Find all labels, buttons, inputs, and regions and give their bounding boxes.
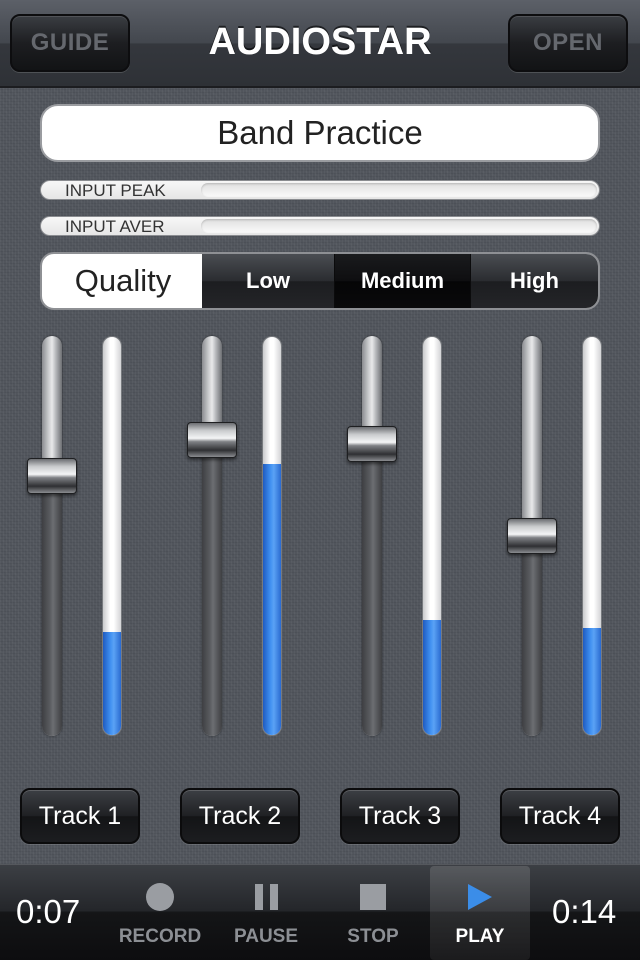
guide-button[interactable]: GUIDE bbox=[10, 14, 130, 72]
track-2-volume-lower bbox=[202, 440, 222, 736]
transport-bar bbox=[0, 864, 640, 960]
textured-background bbox=[0, 88, 640, 864]
track-3-level-meter bbox=[422, 336, 442, 736]
quality-high-segment[interactable]: High bbox=[470, 254, 598, 308]
track-1-level-meter bbox=[102, 336, 122, 736]
track-4-volume-thumb[interactable] bbox=[507, 518, 557, 554]
record-label: RECORD bbox=[118, 926, 202, 947]
track-2-button[interactable]: Track 2 bbox=[180, 788, 300, 844]
track-4-volume-lower bbox=[522, 536, 542, 736]
track-3-button[interactable]: Track 3 bbox=[340, 788, 460, 844]
record-button[interactable]: RECORD bbox=[110, 866, 210, 960]
track-3-volume-slider[interactable] bbox=[362, 336, 382, 736]
track-2-level-fill bbox=[263, 464, 281, 735]
input-average-label: INPUT AVER bbox=[65, 217, 165, 236]
navigation-bar: GUIDE AUDIOSTAR OPEN bbox=[0, 0, 640, 88]
track-4-button[interactable]: Track 4 bbox=[500, 788, 620, 844]
track-3-volume-lower bbox=[362, 444, 382, 736]
pause-icon bbox=[254, 884, 278, 910]
track-1-volume-slider[interactable] bbox=[42, 336, 62, 736]
input-average-track bbox=[201, 219, 597, 233]
input-peak-meter: INPUT PEAK bbox=[40, 180, 600, 200]
elapsed-time: 0:07 bbox=[16, 893, 81, 930]
stop-square-icon bbox=[360, 884, 386, 910]
input-peak-track bbox=[201, 183, 597, 197]
pause-label: PAUSE bbox=[233, 926, 299, 947]
input-average-meter: INPUT AVER bbox=[40, 216, 600, 236]
play-label: PLAY bbox=[455, 926, 505, 947]
open-button[interactable]: OPEN bbox=[508, 14, 628, 72]
track-1-level-fill bbox=[103, 631, 121, 735]
play-triangle-icon bbox=[468, 884, 492, 910]
quality-medium-segment[interactable]: Medium bbox=[334, 254, 470, 308]
track-3-level-fill bbox=[423, 619, 441, 735]
track-2-volume-slider[interactable] bbox=[202, 336, 222, 736]
total-time: 0:14 bbox=[552, 893, 617, 930]
track-2-level-meter bbox=[262, 336, 282, 736]
track-4-level-meter bbox=[582, 336, 602, 736]
input-peak-label: INPUT PEAK bbox=[65, 181, 166, 200]
track-2-volume-thumb[interactable] bbox=[187, 422, 237, 458]
play-button[interactable]: PLAY bbox=[430, 866, 530, 960]
track-1-volume-thumb[interactable] bbox=[27, 458, 77, 494]
pause-button[interactable]: PAUSE bbox=[216, 866, 316, 960]
track-3-volume-thumb[interactable] bbox=[347, 426, 397, 462]
track-4-level-fill bbox=[583, 627, 601, 735]
record-circle-icon bbox=[146, 883, 174, 911]
quality-selector: Quality Low Medium High bbox=[40, 252, 600, 310]
track-1-volume-lower bbox=[42, 476, 62, 736]
session-name-field[interactable]: Band Practice bbox=[40, 104, 600, 162]
stop-label: STOP bbox=[347, 926, 399, 947]
track-1-button[interactable]: Track 1 bbox=[20, 788, 140, 844]
stop-button[interactable]: STOP bbox=[323, 866, 423, 960]
quality-label: Quality bbox=[74, 263, 172, 298]
quality-low-segment[interactable]: Low bbox=[202, 254, 334, 308]
app-title: AUDIOSTAR bbox=[208, 20, 432, 63]
